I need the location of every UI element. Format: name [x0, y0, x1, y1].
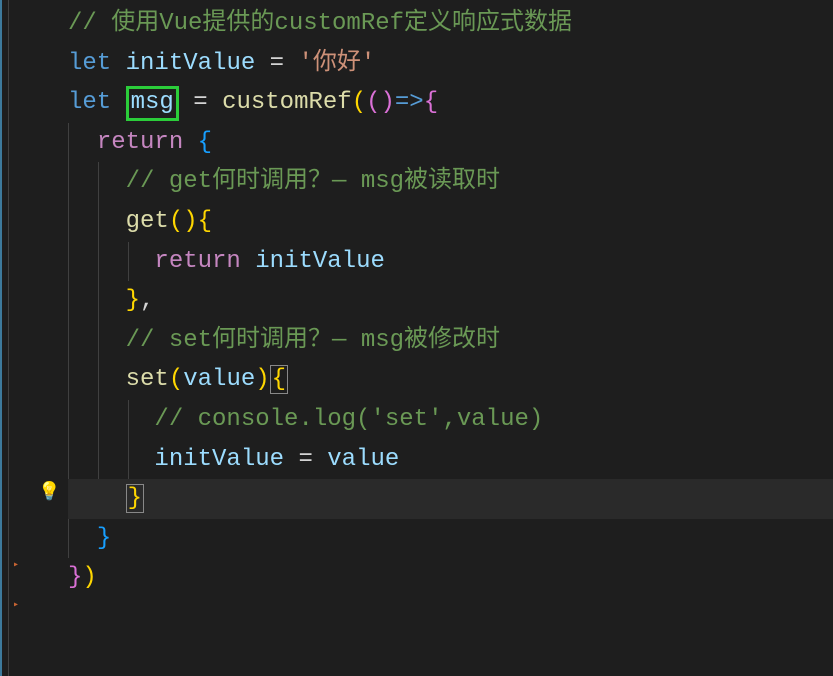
method-name: get [126, 208, 169, 235]
bracket: } [126, 287, 140, 314]
lightbulb-icon[interactable]: 💡 [38, 479, 60, 509]
variable-name: initValue [241, 248, 385, 275]
code-line[interactable]: }, [68, 281, 833, 321]
comment-text: // get何时调用？— msg被读取时 [126, 168, 500, 195]
code-content[interactable]: // 使用Vue提供的customRef定义响应式数据 let initValu… [8, 0, 833, 676]
code-line[interactable]: // console.log('set',value) [68, 400, 833, 440]
code-line[interactable]: return initValue [68, 242, 833, 282]
bracket: } [97, 525, 111, 552]
keyword-let: let [68, 89, 111, 116]
editor-gutter [0, 0, 8, 676]
code-editor[interactable]: // 使用Vue提供的customRef定义响应式数据 let initValu… [0, 0, 833, 676]
variable-name: initValue [154, 446, 284, 473]
parameter-name: value [183, 366, 255, 393]
bracket: ) [255, 366, 269, 393]
code-line[interactable]: }) [68, 558, 833, 598]
bracket: () [169, 208, 198, 235]
code-line[interactable]: let initValue = '你好' [68, 44, 833, 84]
highlighted-variable: msg [126, 86, 179, 121]
bracket: ) [381, 89, 395, 116]
comment-text: // set何时调用？— msg被修改时 [126, 327, 500, 354]
bracket-matched: } [126, 484, 144, 513]
keyword-return: return [97, 129, 183, 156]
comment-text: // console.log('set',value) [154, 406, 543, 433]
code-line[interactable]: set(value){ [68, 360, 833, 400]
fold-marker-icon[interactable]: ▸ [13, 558, 19, 575]
code-line[interactable]: // 使用Vue提供的customRef定义响应式数据 [68, 4, 833, 44]
operator: = [284, 446, 327, 473]
variable-name: initValue [126, 50, 256, 77]
bracket: ( [366, 89, 380, 116]
string-literal: '你好' [298, 50, 375, 77]
bracket: { [183, 129, 212, 156]
code-line[interactable]: } [68, 519, 833, 559]
code-line[interactable]: return { [68, 123, 833, 163]
bracket: ( [352, 89, 366, 116]
variable-name: value [327, 446, 399, 473]
bracket: } [68, 564, 82, 591]
comma: , [140, 287, 154, 314]
operator: = [255, 50, 298, 77]
code-line-empty[interactable] [68, 598, 833, 638]
bracket: { [198, 208, 212, 235]
comment-text: // 使用Vue提供的customRef定义响应式数据 [68, 10, 572, 37]
operator: = [179, 89, 222, 116]
bracket: ) [82, 564, 96, 591]
code-line[interactable]: get(){ [68, 202, 833, 242]
keyword-return: return [154, 248, 240, 275]
method-name: set [126, 366, 169, 393]
arrow-fn: => [395, 89, 424, 116]
code-line-current[interactable]: } [68, 479, 833, 519]
bracket-matched: { [270, 365, 288, 394]
function-call: customRef [222, 89, 352, 116]
fold-marker-icon[interactable]: ▸ [13, 598, 19, 615]
code-line[interactable]: let msg = customRef(()=>{ [68, 83, 833, 123]
bracket: ( [169, 366, 183, 393]
code-line[interactable]: // set何时调用？— msg被修改时 [68, 321, 833, 361]
code-line[interactable]: // get何时调用？— msg被读取时 [68, 162, 833, 202]
bracket: { [424, 89, 438, 116]
keyword-let: let [68, 50, 111, 77]
code-line[interactable]: initValue = value [68, 440, 833, 480]
